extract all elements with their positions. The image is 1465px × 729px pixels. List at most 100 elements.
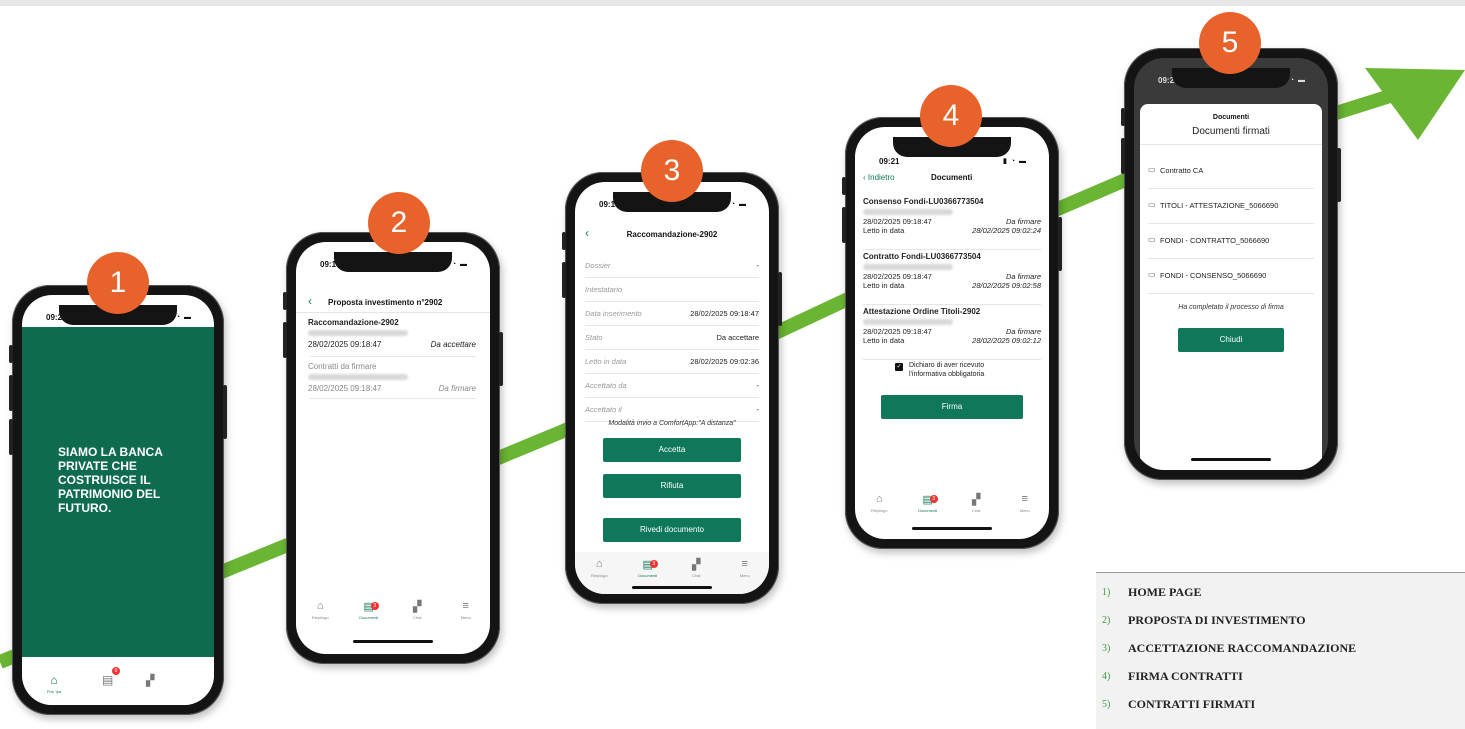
document-date: 28/02/2025 09:18:47 xyxy=(863,327,932,336)
document-status: Da firmare xyxy=(1005,217,1041,226)
read-date: 28/02/2025 09:02:12 xyxy=(972,336,1041,345)
page-title: Documenti xyxy=(931,173,973,182)
tab-menu[interactable]: ≡ Menu xyxy=(1005,493,1045,513)
document-name: Contratto CA xyxy=(1160,166,1204,175)
review-document-button[interactable]: Rivedi documento xyxy=(603,518,741,542)
documents-icon: ▤ xyxy=(642,559,653,571)
step-badge: 2 xyxy=(368,192,430,254)
signed-document-item[interactable]: ▭ FONDI - CONTRATTO_5066690 xyxy=(1148,224,1314,259)
chat-icon: ▞ xyxy=(146,675,155,687)
close-button[interactable]: Chiudi xyxy=(1178,328,1284,352)
tab-home[interactable]: ⌂ Prin 'ipa xyxy=(42,671,66,694)
documents-icon: ▤ xyxy=(922,494,933,506)
home-icon: ⌂ xyxy=(595,558,603,570)
detail-field: Accettato il - xyxy=(585,398,759,422)
field-value: - xyxy=(756,261,760,270)
signed-document-list: ▭ Contratto CA ▭ TITOLI - ATTESTAZIONE_5066… xyxy=(1148,154,1314,294)
accept-button[interactable]: Accetta xyxy=(603,438,741,462)
read-label: Letto in data xyxy=(863,281,905,290)
back-chevron-icon[interactable]: ‹ xyxy=(308,294,312,308)
field-value: - xyxy=(756,405,760,414)
home-headline: SIAMO LA BANCA PRIVATE CHE COSTRUISCE IL… xyxy=(58,445,163,515)
steps-legend: 1) HOME PAGE 2) PROPOSTA DI INVESTIMENTO 3… xyxy=(1096,572,1465,729)
read-date: 28/02/2025 09:02:58 xyxy=(972,281,1041,290)
detail-field: Dossier - xyxy=(585,254,759,278)
field-label: Letto in data xyxy=(585,357,627,366)
list-item[interactable]: Contratti da firmare 28/02/2025 09:18:47… xyxy=(308,362,476,393)
tab-documenti[interactable]: ▤ 3 Documenti xyxy=(908,493,948,513)
step-badge: 1 xyxy=(87,252,149,314)
declaration-checkbox[interactable]: ✓ xyxy=(895,363,903,371)
document-title: Contratto Fondi-LU0366773504 xyxy=(863,252,981,261)
home-icon: ⌂ xyxy=(50,673,58,687)
tab-menu[interactable]: ≡ Menu xyxy=(446,600,486,620)
phone-sign-contracts: 09:21 ▮ ◔ ▬ ‹ Indietro Documenti Consenso… xyxy=(842,117,1062,549)
tab-chat[interactable]: ▞ Chat xyxy=(397,600,437,620)
detail-fields: Dossier - Intestatario Data inserimento 28/0… xyxy=(585,254,759,422)
notification-badge: 3 xyxy=(649,560,658,568)
step-badge: 4 xyxy=(920,85,982,147)
signed-document-item[interactable]: ▭ Contratto CA xyxy=(1148,154,1314,189)
tab-documenti[interactable]: ▤ 3 Documenti xyxy=(349,600,389,620)
document-item[interactable]: Contratto Fondi-LU0366773504 28/02/2025 0… xyxy=(863,252,1041,305)
read-label: Letto in data xyxy=(863,336,905,345)
step-badge: 3 xyxy=(641,140,703,202)
phone-home: 09:24 ▮ ◔ ▬ SIAMO LA BANCA PRIVATE CHE CO… xyxy=(9,285,227,715)
tab-riepilogo[interactable]: ⌂ Riepilogo xyxy=(859,493,899,513)
legend-item: 2) PROPOSTA DI INVESTIMENTO xyxy=(1102,613,1306,627)
field-label: Stato xyxy=(585,333,603,342)
completion-text: Ha completato il processo di firma xyxy=(1178,304,1284,311)
chat-icon: ▞ xyxy=(692,559,701,571)
signed-document-item[interactable]: ▭ FONDI - CONSENSO_5066690 xyxy=(1148,259,1314,294)
tab-menu[interactable]: ≡ Menu xyxy=(725,558,765,578)
tab-documents[interactable]: ▤ 0 xyxy=(102,667,120,689)
home-icon: ⌂ xyxy=(875,493,883,505)
document-name: FONDI - CONSENSO_5066690 xyxy=(1160,271,1267,280)
file-icon: ▭ xyxy=(1148,235,1156,244)
tab-riepilogo[interactable]: ⌂ Riepilogo xyxy=(579,558,619,578)
sheet-subheader: Documenti firmati xyxy=(1192,126,1270,137)
document-status: Da firmare xyxy=(1005,272,1041,281)
field-value: 28/02/2025 09:02:36 xyxy=(690,357,759,366)
field-label: Accettato da xyxy=(585,381,627,390)
documents-icon: ▤ xyxy=(102,673,114,687)
document-name: FONDI - CONTRATTO_5066690 xyxy=(1160,236,1270,245)
phone-recommendation: 09:19 ▮ ◔ ▬ ‹ Raccomandazione-2902 Dossie… xyxy=(562,172,782,604)
tab-documenti[interactable]: ▤ 3 Documenti xyxy=(628,558,668,578)
documents-icon: ▤ xyxy=(363,601,374,613)
tab-chat[interactable]: ▞ xyxy=(146,671,154,689)
detail-field: Accettato da - xyxy=(585,374,759,398)
tab-riepilogo[interactable]: ⌂ Riepilogo xyxy=(300,600,340,620)
detail-field: Letto in data 28/02/2025 09:02:36 xyxy=(585,350,759,374)
menu-icon: ≡ xyxy=(1021,493,1028,505)
legend-item: 5) CONTRATTI FIRMATI xyxy=(1102,697,1256,711)
read-date: 28/02/2025 09:02:24 xyxy=(972,226,1041,235)
item-date: 28/02/2025 09:18:47 xyxy=(308,340,382,349)
item-status: Da accettare xyxy=(430,340,476,349)
notification-badge: 3 xyxy=(929,495,938,503)
field-label: Dossier xyxy=(585,261,611,270)
sign-button[interactable]: Firma xyxy=(881,395,1023,419)
back-link[interactable]: ‹ Indietro xyxy=(863,173,895,182)
document-name: TITOLI - ATTESTAZIONE_5066690 xyxy=(1160,201,1279,210)
tab-chat[interactable]: ▞ Chat xyxy=(676,558,716,578)
list-item[interactable]: Raccomandazione-2902 28/02/2025 09:18:47… xyxy=(308,318,476,349)
tab-chat[interactable]: ▞ Chat xyxy=(956,493,996,513)
detail-field: Intestatario xyxy=(585,278,759,302)
signed-docs-sheet: Documenti Documenti firmati ▭ Contratto C… xyxy=(1140,104,1322,470)
sheet-header: Documenti xyxy=(1212,114,1250,121)
document-item[interactable]: Consenso Fondi-LU0366773504 28/02/2025 09… xyxy=(863,197,1041,250)
reject-button[interactable]: Rifiuta xyxy=(603,474,741,498)
signed-document-item[interactable]: ▭ TITOLI - ATTESTAZIONE_5066690 xyxy=(1148,189,1314,224)
document-item[interactable]: Attestazione Ordine Titoli-2902 28/02/202… xyxy=(863,307,1041,360)
document-title: Consenso Fondi-LU0366773504 xyxy=(863,197,984,206)
read-label: Letto in data xyxy=(863,226,905,235)
menu-icon: ≡ xyxy=(741,558,748,570)
declaration-text: Dichiaro di aver ricevuto l'informativa … xyxy=(909,362,985,378)
field-label: Intestatario xyxy=(585,285,623,294)
home-hero: SIAMO LA BANCA PRIVATE CHE COSTRUISCE IL… xyxy=(22,327,214,657)
modalita-text: Modalità invio a ComfortApp:"A distanza" xyxy=(608,420,736,427)
status-time: 09:21 xyxy=(879,157,900,166)
field-value: - xyxy=(756,381,760,390)
field-label: Data inserimento xyxy=(585,309,642,318)
